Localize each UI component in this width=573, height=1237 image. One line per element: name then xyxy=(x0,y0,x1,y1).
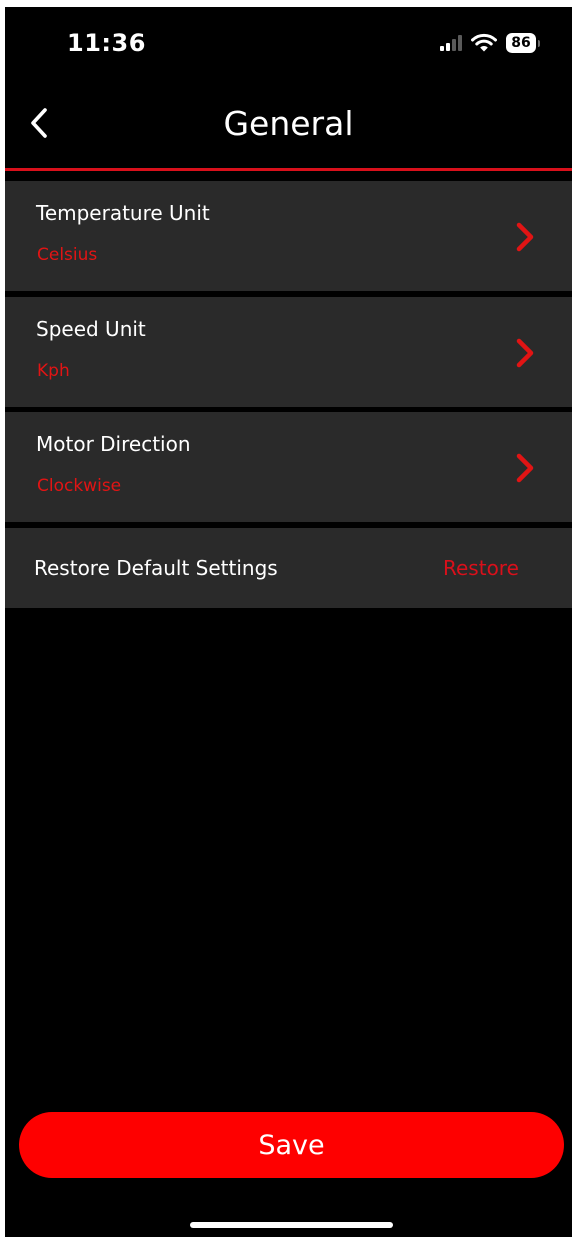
chevron-right-icon xyxy=(516,222,534,252)
setting-value: Clockwise xyxy=(37,476,122,496)
restore-defaults-row: Restore Default Settings Restore xyxy=(5,528,572,608)
header-divider xyxy=(5,168,572,171)
setting-row-speed-unit[interactable]: Speed Unit Kph xyxy=(5,297,572,407)
chevron-right-icon xyxy=(516,453,534,483)
home-indicator xyxy=(190,1222,393,1228)
setting-value: Kph xyxy=(37,361,70,381)
restore-defaults-label: Restore Default Settings xyxy=(34,556,278,580)
wifi-icon xyxy=(471,33,497,52)
setting-value: Celsius xyxy=(37,245,98,265)
setting-title: Temperature Unit xyxy=(36,201,210,225)
setting-row-motor-direction[interactable]: Motor Direction Clockwise xyxy=(5,412,572,522)
battery-level: 86 xyxy=(506,33,536,53)
setting-title: Speed Unit xyxy=(36,317,146,341)
app-screen: 11:36 86 General Temperature Unit Celsiu… xyxy=(5,7,572,1237)
setting-row-temperature-unit[interactable]: Temperature Unit Celsius xyxy=(5,181,572,291)
chevron-right-icon xyxy=(516,338,534,368)
restore-button[interactable]: Restore xyxy=(443,556,519,580)
page-title: General xyxy=(223,104,354,143)
save-button[interactable]: Save xyxy=(19,1112,564,1178)
status-time: 11:36 xyxy=(67,29,146,57)
cellular-signal-icon xyxy=(440,35,462,51)
setting-title: Motor Direction xyxy=(36,432,191,456)
battery-icon: 86 xyxy=(506,33,540,53)
status-icons: 86 xyxy=(440,33,540,53)
